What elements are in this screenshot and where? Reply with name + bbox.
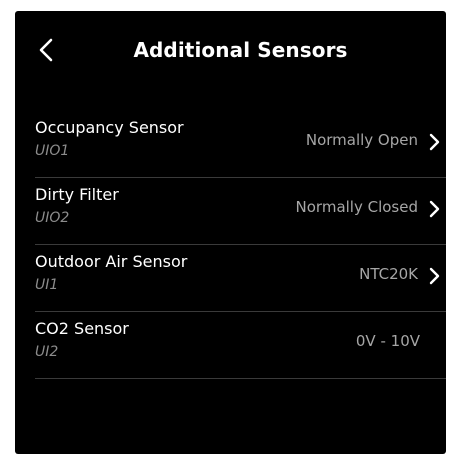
sensor-name: Outdoor Air Sensor xyxy=(35,252,188,271)
sensor-port: UI2 xyxy=(35,344,59,360)
header: Additional Sensors xyxy=(15,11,446,89)
sensor-row-outdoor-air[interactable]: Outdoor Air Sensor UI1 NTC20K xyxy=(35,245,446,312)
sensor-row-co2: CO2 Sensor UI2 0V - 10V xyxy=(35,312,446,379)
sensor-port: UIO1 xyxy=(35,143,70,159)
sensor-port: UI1 xyxy=(35,277,59,293)
sensor-name: Occupancy Sensor xyxy=(35,118,184,137)
sensors-screen: Additional Sensors Occupancy Sensor UIO1… xyxy=(15,11,446,454)
sensor-row-occupancy[interactable]: Occupancy Sensor UIO1 Normally Open xyxy=(35,111,446,178)
sensor-value: NTC20K xyxy=(359,265,418,283)
sensor-name: CO2 Sensor xyxy=(35,319,129,338)
sensor-value: Normally Closed xyxy=(295,198,418,216)
sensor-row-dirty-filter[interactable]: Dirty Filter UIO2 Normally Closed xyxy=(35,178,446,245)
chevron-right-icon xyxy=(428,132,440,152)
sensor-value: Normally Open xyxy=(305,131,418,149)
sensor-port: UIO2 xyxy=(35,210,70,226)
sensor-name: Dirty Filter xyxy=(35,185,119,204)
sensor-value: 0V - 10V xyxy=(355,332,420,350)
chevron-right-icon xyxy=(428,199,440,219)
chevron-right-icon xyxy=(428,266,440,286)
sensor-list: Occupancy Sensor UIO1 Normally Open Dirt… xyxy=(35,111,446,379)
page-title: Additional Sensors xyxy=(133,38,348,62)
